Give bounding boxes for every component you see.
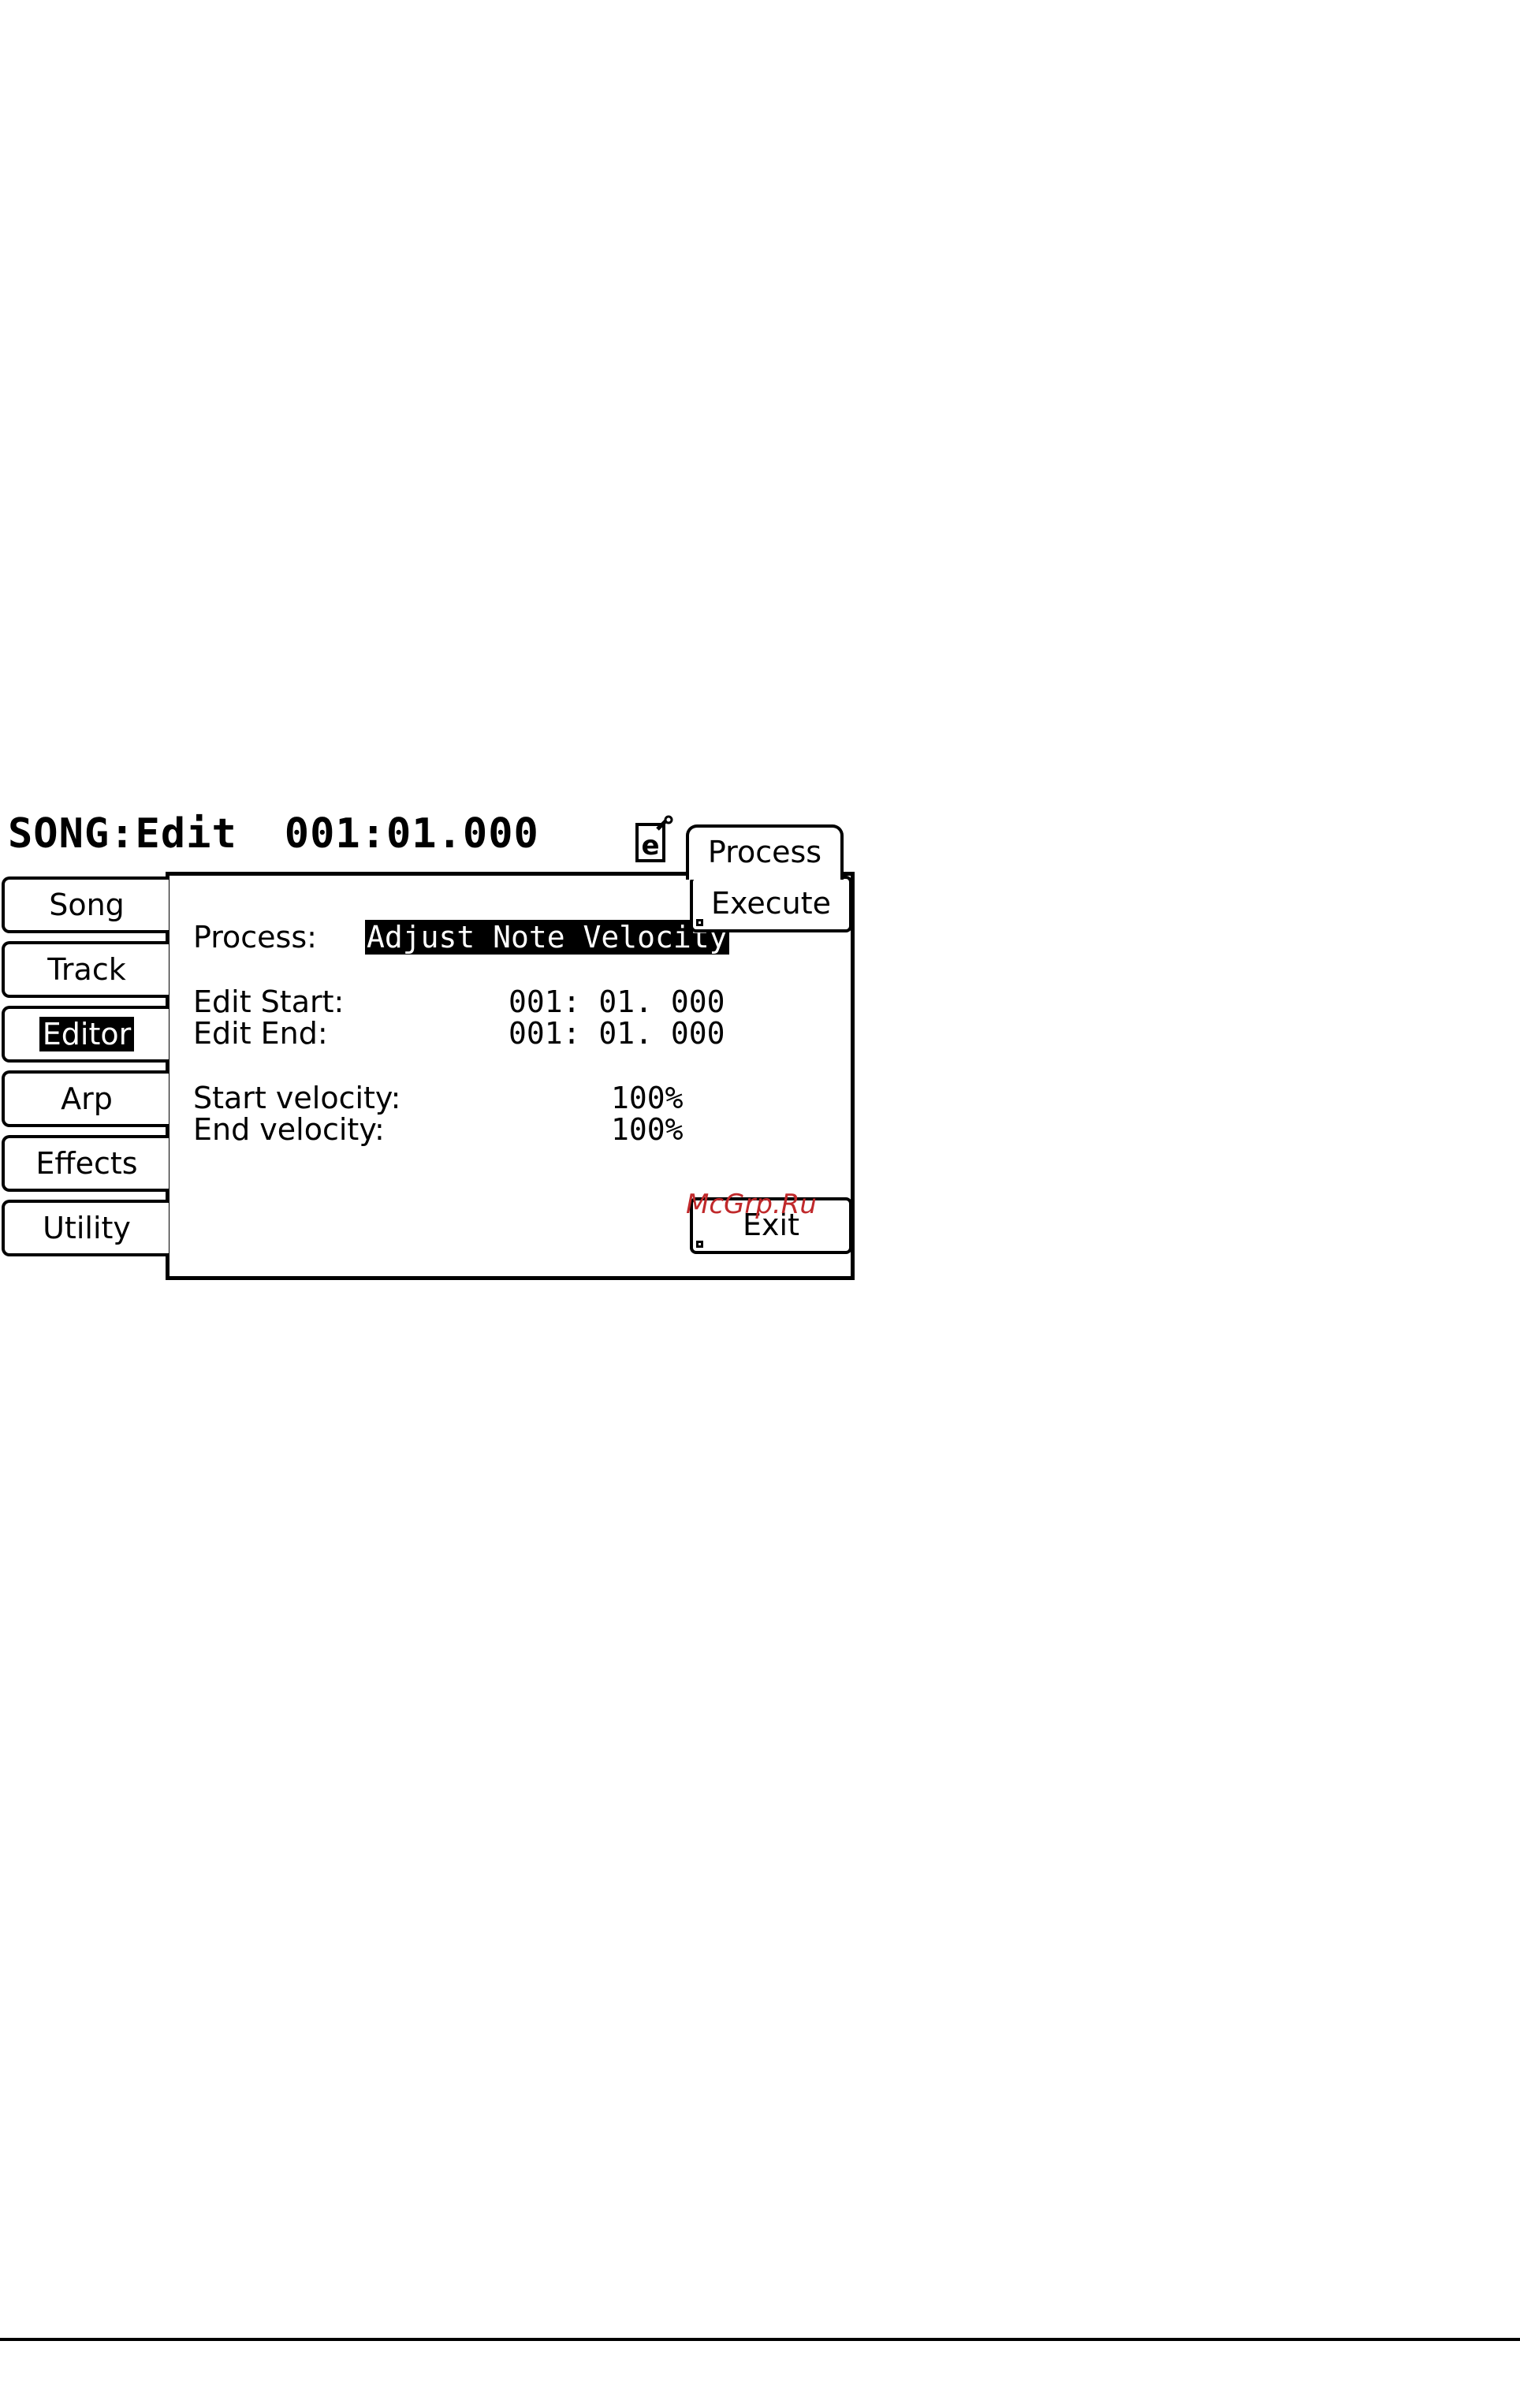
page-divider xyxy=(0,2338,1520,2341)
mode-title: SONG:Edit xyxy=(8,810,237,858)
edit-start-label: Edit Start: xyxy=(193,984,345,1019)
song-position: 001:01.000 xyxy=(284,810,539,858)
side-tab-track[interactable]: Track xyxy=(2,941,169,998)
edit-document-icon: e xyxy=(635,815,673,862)
end-velocity-value[interactable]: 100% xyxy=(611,1114,684,1145)
exit-corner-marker xyxy=(696,1241,703,1248)
tab-process-label: Process xyxy=(707,835,822,869)
watermark: McGrp.Ru xyxy=(686,1189,817,1220)
side-tab-arp[interactable]: Arp xyxy=(2,1070,169,1127)
side-tab-effects[interactable]: Effects xyxy=(2,1135,169,1192)
svg-text:e: e xyxy=(641,830,659,862)
start-velocity-value[interactable]: 100% xyxy=(611,1082,684,1114)
side-tab-label: Utility xyxy=(43,1211,131,1245)
execute-button-label: Execute xyxy=(711,886,831,921)
side-tab-label: Track xyxy=(47,952,126,987)
page-title: SONG:Edit 001:01.000 xyxy=(8,810,539,858)
side-tab-editor[interactable]: Editor xyxy=(2,1006,169,1063)
side-tab-utility[interactable]: Utility xyxy=(2,1200,169,1256)
process-selector[interactable]: Adjust Note Velocity xyxy=(365,920,729,955)
side-tab-song[interactable]: Song xyxy=(2,876,169,933)
side-tab-label: Editor xyxy=(39,1017,135,1051)
start-velocity-label: Start velocity: xyxy=(193,1081,401,1115)
edit-start-value[interactable]: 001: 01. 000 xyxy=(509,986,725,1018)
tab-process[interactable]: Process xyxy=(686,824,844,880)
side-tab-label: Song xyxy=(49,888,125,922)
side-tab-label: Arp xyxy=(61,1081,113,1116)
side-tab-label: Effects xyxy=(35,1146,138,1181)
execute-button[interactable]: Execute xyxy=(690,876,852,932)
side-tab-list: Song Track Editor Arp Effects Utility xyxy=(2,876,169,1264)
edit-end-label: Edit End: xyxy=(193,1016,328,1051)
lcd-screen: SONG:Edit 001:01.000 e Process Process: A… xyxy=(0,804,859,1280)
edit-end-value[interactable]: 001: 01. 000 xyxy=(509,1018,725,1049)
process-label: Process: xyxy=(193,920,317,955)
process-value: Adjust Note Velocity xyxy=(365,920,729,955)
execute-corner-marker xyxy=(696,919,703,926)
end-velocity-label: End velocity: xyxy=(193,1112,385,1147)
